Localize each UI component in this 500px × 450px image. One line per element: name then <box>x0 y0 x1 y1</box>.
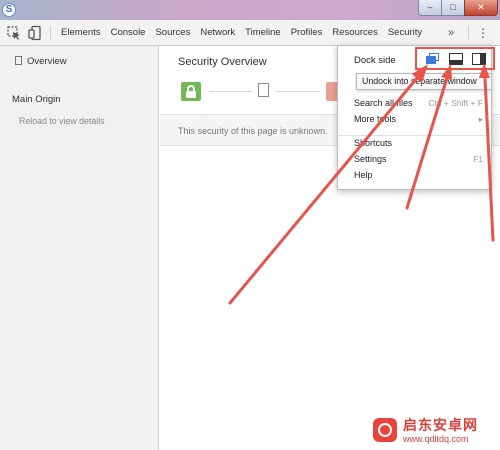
customize-menu: Dock side Undock into separate window Se… <box>337 45 492 190</box>
security-sidebar: Overview Main Origin Reload to view deta… <box>0 46 159 450</box>
sidebar-item-reload-hint[interactable]: Reload to view details <box>19 116 105 126</box>
tab-network[interactable]: Network <box>195 20 240 46</box>
menu-item-more-tools[interactable]: More tools <box>354 114 396 124</box>
menu-item-label: Shortcuts <box>354 138 393 148</box>
menu-item-settings[interactable]: Settings <box>354 154 387 164</box>
devtools-toolbar: Elements Console Sources Network Timelin… <box>0 20 500 46</box>
more-tabs-button[interactable]: » <box>441 20 461 46</box>
dock-right-icon[interactable] <box>472 53 486 65</box>
menu-item-shortcut: Ctrl + Shift + F <box>428 98 483 108</box>
menu-item-help[interactable]: Help <box>354 170 373 180</box>
app-logo-icon: S <box>2 3 16 17</box>
menu-item-label: Settings <box>354 154 387 164</box>
dock-side-label: Dock side <box>354 55 396 66</box>
close-button[interactable]: ✕ <box>464 0 498 16</box>
tab-console[interactable]: Console <box>106 20 151 46</box>
undock-icon[interactable] <box>426 53 440 65</box>
lock-icon <box>181 82 201 101</box>
tab-resources[interactable]: Resources <box>327 20 382 46</box>
sidebar-item-label: Overview <box>27 56 67 67</box>
tab-sources[interactable]: Sources <box>150 20 195 46</box>
document-icon <box>15 56 22 65</box>
sidebar-section-main-origin: Main Origin <box>12 94 61 105</box>
menu-item-label: Help <box>354 170 373 180</box>
connector-line <box>275 91 320 92</box>
tab-security[interactable]: Security <box>383 20 427 46</box>
device-mode-icon[interactable] <box>27 25 43 41</box>
security-summary-text: This security of this page is unknown. <box>178 126 328 136</box>
connector-line <box>210 91 252 92</box>
menu-item-search-all-files[interactable]: Search all files <box>354 98 413 108</box>
menu-item-label: Search all files <box>354 98 413 108</box>
undock-tooltip: Undock into separate window <box>356 73 491 90</box>
page-title: Security Overview <box>178 56 267 68</box>
tab-profiles[interactable]: Profiles <box>286 20 328 46</box>
watermark-logo-icon <box>373 418 397 442</box>
tab-timeline[interactable]: Timeline <box>240 20 286 46</box>
watermark: 启东安卓网 www.qdltdq.com <box>373 412 498 448</box>
document-icon <box>258 83 269 97</box>
toolbar-divider <box>50 26 51 40</box>
window-title-bar: S – □ ✕ <box>0 0 500 20</box>
toolbar-divider <box>468 26 469 40</box>
sidebar-item-overview[interactable]: Overview <box>0 53 158 71</box>
dock-bottom-icon[interactable] <box>449 53 463 65</box>
watermark-url: www.qdltdq.com <box>403 434 469 444</box>
inspect-element-icon[interactable] <box>6 25 22 41</box>
menu-divider <box>338 135 491 136</box>
tab-elements[interactable]: Elements <box>56 20 106 46</box>
panel-tabs: Elements Console Sources Network Timelin… <box>56 20 427 46</box>
maximize-button[interactable]: □ <box>441 0 465 16</box>
menu-item-shortcut: F1 <box>473 154 483 164</box>
watermark-title: 启东安卓网 <box>403 417 478 433</box>
menu-item-shortcuts[interactable]: Shortcuts <box>354 138 392 148</box>
customize-menu-button[interactable]: ⋮ <box>477 24 489 42</box>
submenu-arrow-icon: ▸ <box>478 114 483 124</box>
minimize-button[interactable]: – <box>418 0 442 16</box>
menu-item-label: More tools <box>354 114 397 124</box>
